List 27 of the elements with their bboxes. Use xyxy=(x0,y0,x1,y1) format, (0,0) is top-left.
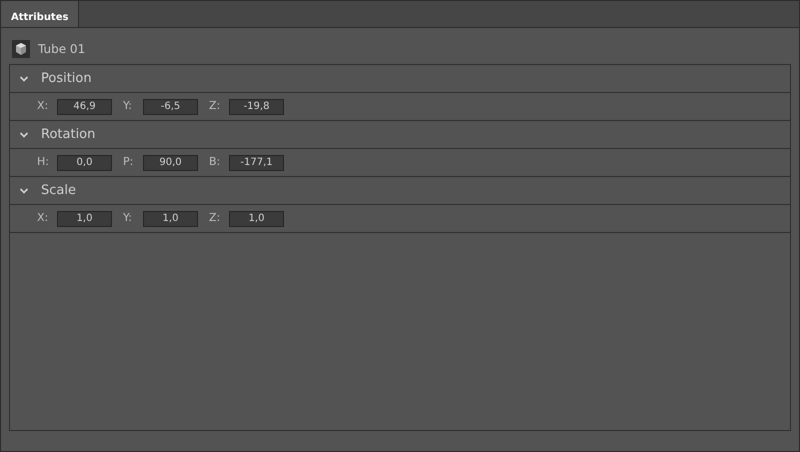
value-field[interactable]: 1,0 xyxy=(229,210,284,226)
section-title: Rotation xyxy=(41,126,96,144)
field-label: Y: xyxy=(123,98,133,114)
object-name: Tube 01 xyxy=(38,41,86,58)
panel-tab[interactable]: Attributes xyxy=(1,1,80,27)
value-field[interactable]: -6,5 xyxy=(143,98,198,114)
field-label: H: xyxy=(37,154,50,170)
value-field[interactable]: -177,1 xyxy=(229,154,284,170)
field-label: Z: xyxy=(209,210,222,226)
field-label: B: xyxy=(209,154,222,170)
value-field[interactable]: 1,0 xyxy=(57,210,112,226)
chevron-icon[interactable] xyxy=(19,186,29,196)
section-title: Scale xyxy=(41,182,76,200)
chevron-icon[interactable] xyxy=(19,74,29,84)
field-label: X: xyxy=(37,210,50,226)
field-label: Z: xyxy=(209,98,222,114)
field-label: P: xyxy=(123,154,134,170)
value-field[interactable]: 46,9 xyxy=(57,98,112,114)
value-field[interactable]: 0,0 xyxy=(57,154,112,170)
field-label: X: xyxy=(37,98,50,114)
field-label: Y: xyxy=(123,210,133,226)
value-field[interactable]: -19,8 xyxy=(229,98,284,114)
cube-icon xyxy=(12,40,30,58)
value-field[interactable]: 90,0 xyxy=(143,154,198,170)
chevron-icon[interactable] xyxy=(19,130,29,140)
value-field[interactable]: 1,0 xyxy=(143,210,198,226)
section-title: Position xyxy=(41,70,92,88)
